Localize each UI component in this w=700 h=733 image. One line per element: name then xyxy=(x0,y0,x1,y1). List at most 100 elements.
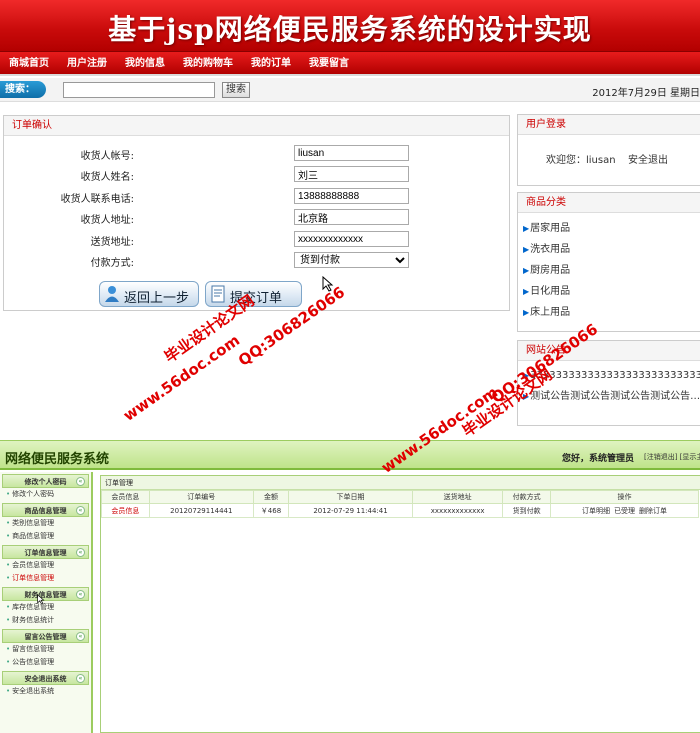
bullet-icon: • xyxy=(6,658,11,666)
order-date: 2012-07-29 11:44:41 xyxy=(288,503,413,518)
search-label: 搜索： xyxy=(0,81,46,98)
phone-label: 收货人联系电话: xyxy=(60,194,134,205)
bullet-icon: • xyxy=(6,616,11,624)
admin-sidebar: 修改个人密码 « • 修改个人密码 商品信息管理 « • 类别信息管理 • 商品信息管理 … xyxy=(0,472,93,733)
collapse-icon[interactable]: « xyxy=(76,590,85,599)
collapse-icon[interactable]: « xyxy=(76,548,85,557)
arrow-right-icon: ▶ xyxy=(523,308,530,317)
col-header: 送货地址 xyxy=(411,490,504,504)
order-detail-link[interactable]: 订单明细 xyxy=(582,507,610,515)
delivery-label: 送货地址: xyxy=(90,237,134,248)
menu-item[interactable]: • 留言信息管理 xyxy=(0,643,91,656)
menu-item[interactable]: • 会员信息管理 xyxy=(0,559,91,572)
category-item[interactable]: ▶床上用品 xyxy=(518,302,700,323)
bullet-icon: • xyxy=(6,490,11,498)
category-item[interactable]: ▶洗衣用品 xyxy=(518,239,700,260)
order-address: xxxxxxxxxxxxx xyxy=(411,503,504,518)
order-table: 会员信息 订单编号 金额 下单日期 送货地址 付款方式 操作 会员信息 2012… xyxy=(101,490,700,518)
site-title: 基于jsp网络便民服务系统的设计实现 xyxy=(108,13,592,46)
arrow-right-icon: ▶ xyxy=(523,224,530,233)
category-item[interactable]: ▶厨房用品 xyxy=(518,260,700,281)
menu-group-finance[interactable]: 财务信息管理 « xyxy=(2,587,89,601)
menu-item[interactable]: • 修改个人密码 xyxy=(0,488,91,501)
order-actions: 订单明细 已受理 删除订单 xyxy=(549,503,700,518)
menu-group-password[interactable]: 修改个人密码 « xyxy=(2,474,89,488)
main-nav: 商城首页 用户注册 我的信息 我的购物车 我的订单 我要留言 xyxy=(0,52,700,76)
account-label: 收货人帐号: xyxy=(80,151,134,162)
admin-header: 网络便民服务系统 您好，系统管理员 [注销退出] [显示主页] xyxy=(0,440,700,470)
user-login-title: 用户登录 xyxy=(518,115,700,135)
category-item[interactable]: ▶居家用品 xyxy=(518,218,700,239)
delivery-field[interactable] xyxy=(294,231,409,247)
order-management-panel: 订单管理 会员信息 订单编号 金额 下单日期 送货地址 付款方式 操作 会员信息… xyxy=(100,475,700,733)
search-button[interactable]: 搜索 xyxy=(222,82,250,98)
site-banner: 基于jsp网络便民服务系统的设计实现 xyxy=(0,0,700,52)
menu-item[interactable]: • 财务信息统计 xyxy=(0,614,91,627)
bullet-icon: • xyxy=(6,561,11,569)
menu-group-orders[interactable]: 订单信息管理 « xyxy=(2,545,89,559)
nav-my-info[interactable]: 我的信息 xyxy=(116,52,174,76)
bullet-icon: • xyxy=(6,645,11,653)
order-number: 20120729114441 xyxy=(148,503,254,518)
bullet-icon: • xyxy=(6,532,11,540)
category-list: ▶居家用品 ▶洗衣用品 ▶厨房用品 ▶日化用品 ▶床上用品 xyxy=(518,213,700,323)
collapse-icon[interactable]: « xyxy=(76,506,85,515)
row-account: 收货人帐号: xyxy=(4,145,509,163)
member-info-link[interactable]: 会员信息 xyxy=(101,503,150,518)
nav-register[interactable]: 用户注册 xyxy=(58,52,116,76)
address-field[interactable] xyxy=(294,209,409,225)
document-icon xyxy=(211,285,225,303)
order-payment: 货到付款 xyxy=(502,503,551,518)
collapse-icon[interactable]: « xyxy=(76,477,85,486)
collapse-icon[interactable]: « xyxy=(76,632,85,641)
order-confirm-title: 订单确认 xyxy=(4,116,509,136)
order-accepted-link[interactable]: 已受理 xyxy=(614,507,635,515)
menu-group-goods[interactable]: 商品信息管理 « xyxy=(2,503,89,517)
admin-header-links[interactable]: [注销退出] [显示主页] xyxy=(644,452,700,462)
col-header: 操作 xyxy=(549,490,700,504)
arrow-right-icon: ▶ xyxy=(523,287,530,296)
notice-item[interactable]: ▶测试公告测试公告测试公告测试公告… xyxy=(518,386,700,407)
row-name: 收货人姓名: xyxy=(4,166,509,184)
welcome-text: 欢迎您：liusan xyxy=(546,155,616,166)
category-item[interactable]: ▶日化用品 xyxy=(518,281,700,302)
menu-group-logout[interactable]: 安全退出系统 « xyxy=(2,671,89,685)
user-login-panel: 用户登录 欢迎您：liusan 安全退出 xyxy=(517,114,700,186)
address-label: 收货人地址: xyxy=(80,215,134,226)
nav-message[interactable]: 我要留言 xyxy=(300,52,358,76)
name-label: 收货人姓名: xyxy=(80,172,134,183)
bullet-icon: • xyxy=(6,574,11,582)
category-title: 商品分类 xyxy=(518,193,700,213)
search-bar: 搜索： 搜索 2012年7月29日 星期日 xyxy=(0,78,700,102)
arrow-right-icon: ▶ xyxy=(523,245,530,254)
search-input[interactable] xyxy=(63,82,215,98)
menu-item[interactable]: • 商品信息管理 xyxy=(0,530,91,543)
account-field[interactable] xyxy=(294,145,409,161)
arrow-right-icon: ▶ xyxy=(523,266,530,275)
nav-my-orders[interactable]: 我的订单 xyxy=(242,52,300,76)
delete-order-link[interactable]: 删除订单 xyxy=(639,507,667,515)
menu-group-messages[interactable]: 留言公告管理 « xyxy=(2,629,89,643)
phone-field[interactable] xyxy=(294,188,409,204)
back-button[interactable]: 返回上一步 xyxy=(99,281,199,307)
menu-item[interactable]: • 公告信息管理 xyxy=(0,656,91,669)
logout-link[interactable]: 安全退出 xyxy=(628,151,668,166)
nav-home[interactable]: 商城首页 xyxy=(0,52,58,76)
menu-item[interactable]: • 类别信息管理 xyxy=(0,517,91,530)
table-header-row: 会员信息 订单编号 金额 下单日期 送货地址 付款方式 操作 xyxy=(101,490,700,504)
col-header: 金额 xyxy=(252,490,290,504)
bullet-icon: • xyxy=(6,603,11,611)
menu-item[interactable]: • 安全退出系统 xyxy=(0,685,91,698)
collapse-icon[interactable]: « xyxy=(76,674,85,683)
admin-greeting: 您好，系统管理员 xyxy=(562,454,635,464)
col-header: 订单编号 xyxy=(148,490,254,504)
nav-cart[interactable]: 我的购物车 xyxy=(174,52,242,76)
payment-label: 付款方式: xyxy=(90,258,134,269)
menu-item-active[interactable]: • 订单信息管理 xyxy=(0,572,91,585)
menu-item[interactable]: • 库存信息管理 xyxy=(0,601,91,614)
row-address: 收货人地址: xyxy=(4,209,509,227)
name-field[interactable] xyxy=(294,166,409,182)
bullet-icon: • xyxy=(6,687,11,695)
payment-select[interactable]: 货到付款 xyxy=(294,252,409,268)
order-amount: ￥468 xyxy=(252,503,290,518)
